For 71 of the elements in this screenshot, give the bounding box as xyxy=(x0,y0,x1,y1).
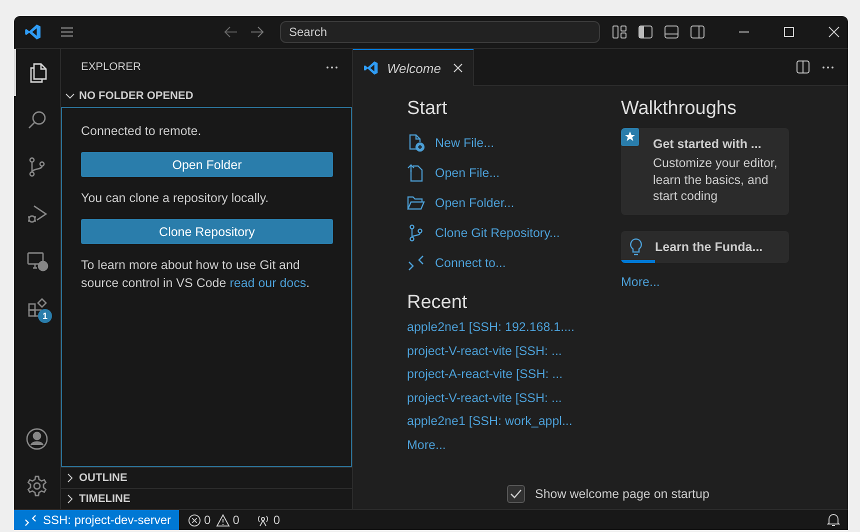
card-title: Get started with ... xyxy=(653,137,762,151)
chevron-down-icon xyxy=(65,91,75,101)
activity-bar-item[interactable]: 1 xyxy=(14,284,60,331)
account-icon[interactable] xyxy=(25,426,49,450)
info-text: Connected to remote. xyxy=(81,123,202,140)
new-file-icon xyxy=(407,134,425,152)
sidebar-title: EXPLORER xyxy=(81,61,141,73)
panel-toggle-icon[interactable] xyxy=(664,25,679,39)
remote-icon xyxy=(24,514,37,526)
chevron-right-icon xyxy=(65,473,75,483)
recent-folder-link[interactable]: project-V-react-vite [SSH: ... xyxy=(407,390,562,414)
ports-count[interactable]: 0 xyxy=(273,513,280,527)
section-heading: Recent xyxy=(407,292,468,314)
card-title: Learn the Funda... xyxy=(655,240,763,254)
checkbox-label: Show welcome page on startup xyxy=(535,487,710,501)
open-file-icon xyxy=(407,164,425,182)
recent-folder-link[interactable]: project-V-react-vite [SSH: ... xyxy=(407,344,562,367)
search-field[interactable]: Search xyxy=(280,21,600,43)
section-heading: Start xyxy=(407,98,448,120)
start-link[interactable]: Connect to... xyxy=(435,256,506,270)
card-description: Customize your editor, learn the basics, and start coding xyxy=(653,155,778,204)
lightbulb-icon xyxy=(629,238,643,256)
bell-icon[interactable] xyxy=(827,513,840,527)
section-header[interactable]: OUTLINE xyxy=(61,467,352,488)
remote-indicator[interactable]: SSH: project-dev-server xyxy=(14,510,180,530)
app-logo-icon xyxy=(363,60,379,76)
action-button[interactable]: Clone Repository xyxy=(81,219,333,244)
docs-link[interactable]: read our docs xyxy=(230,276,306,290)
app-logo-icon xyxy=(24,23,42,41)
info-paragraph: To learn more about how to use Git and source control in VS Code read our docs. xyxy=(81,257,311,292)
warning-icon[interactable] xyxy=(216,514,230,526)
recent-folder-link[interactable]: project-A-react-vite [SSH: ... xyxy=(407,367,563,390)
error-icon[interactable] xyxy=(188,514,202,526)
split-editor-icon[interactable] xyxy=(796,60,810,74)
forward-arrow-icon[interactable] xyxy=(250,26,264,38)
start-link[interactable]: New File... xyxy=(435,136,494,150)
editor-tab[interactable]: Welcome xyxy=(353,49,474,86)
section-heading: Walkthroughs xyxy=(621,98,736,120)
more-actions-icon[interactable] xyxy=(822,66,834,68)
start-link[interactable]: Clone Git Repository... xyxy=(435,226,560,240)
branch-icon xyxy=(407,224,425,242)
check-icon xyxy=(509,487,523,501)
settings-icon[interactable] xyxy=(25,474,49,498)
layout-icon[interactable] xyxy=(612,25,627,39)
section-header[interactable]: NO FOLDER OPENED xyxy=(61,85,352,107)
walkthrough-card[interactable]: Get started with ... Customize your editor, learn the basics, and start coding xyxy=(621,128,789,214)
remote-icon xyxy=(407,254,425,272)
close-icon[interactable] xyxy=(452,63,463,73)
checkbox[interactable] xyxy=(507,485,525,503)
notification-badge: 1 xyxy=(38,309,52,323)
action-button[interactable]: Open Folder xyxy=(81,152,333,177)
walkthrough-card[interactable]: Learn the Funda... xyxy=(621,230,789,262)
warning-count[interactable]: 0 xyxy=(232,513,240,527)
more-link[interactable]: More... xyxy=(621,274,660,288)
recent-folder-link[interactable]: apple2ne1 [SSH: 192.168.1.... xyxy=(407,320,574,344)
folder-icon xyxy=(407,194,425,212)
sidebar-toggle-icon[interactable] xyxy=(638,25,653,39)
close-icon[interactable] xyxy=(828,26,840,38)
recent-folder-link[interactable]: apple2ne1 [SSH: work_appl... xyxy=(407,414,572,438)
error-count[interactable]: 0 xyxy=(204,513,211,527)
antenna-icon[interactable] xyxy=(256,514,270,526)
more-link[interactable]: More... xyxy=(407,438,446,461)
start-link[interactable]: Open Folder... xyxy=(435,196,514,210)
more-actions-icon[interactable] xyxy=(326,66,338,68)
chevron-right-icon xyxy=(65,494,75,504)
back-arrow-icon[interactable] xyxy=(224,26,238,38)
info-text: You can clone a repository locally. xyxy=(81,190,270,207)
start-link[interactable]: Open File... xyxy=(435,166,500,180)
maximize-icon[interactable] xyxy=(783,26,795,38)
menu-icon[interactable] xyxy=(60,26,74,38)
secondary-sidebar-icon[interactable] xyxy=(690,25,705,39)
